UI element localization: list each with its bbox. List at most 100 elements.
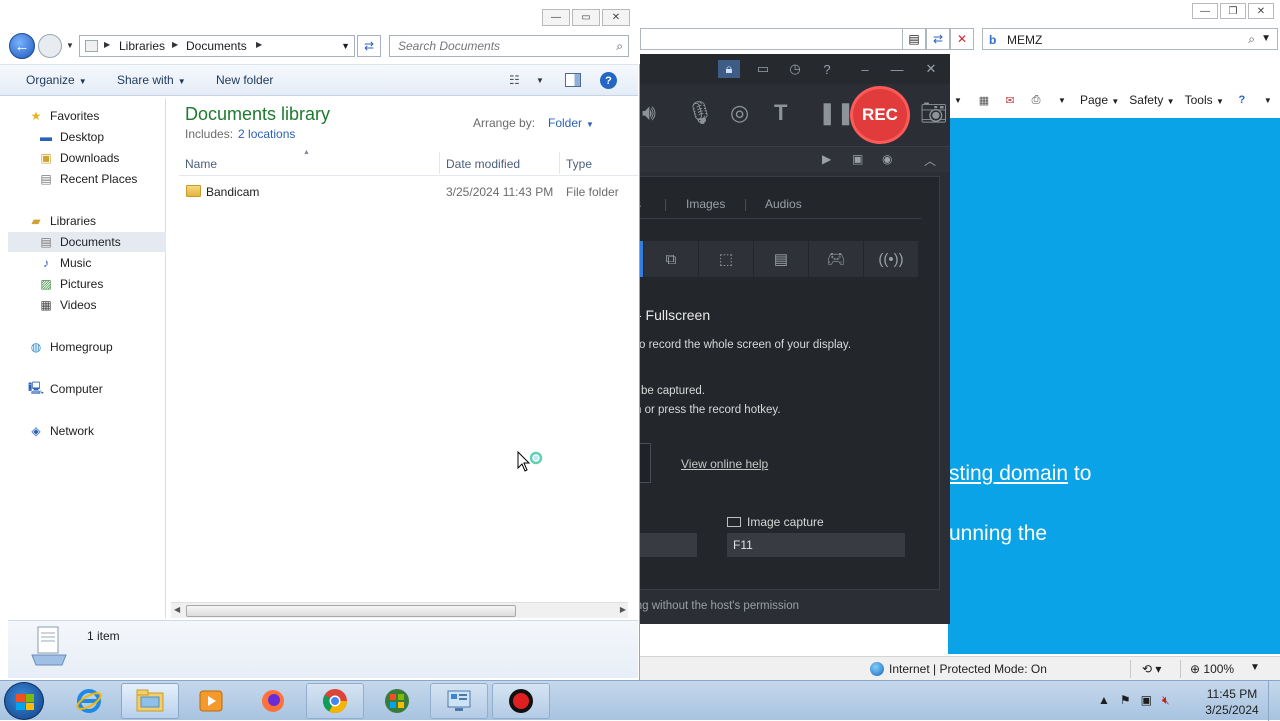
- includes-locations-link[interactable]: 2 locations: [238, 127, 295, 141]
- refresh-button[interactable]: ⇄: [357, 35, 381, 57]
- chevron-right-icon[interactable]: ▶: [104, 40, 110, 49]
- microphone-off-icon[interactable]: 🎙︎: [686, 100, 714, 126]
- ie-minimize-button[interactable]: —: [1192, 3, 1218, 19]
- tab-images[interactable]: Images: [686, 197, 725, 211]
- compatibility-view-icon[interactable]: ▤: [902, 28, 926, 50]
- taskbar-internet-explorer[interactable]: [60, 683, 118, 719]
- chevron-down-icon[interactable]: ▼: [950, 93, 966, 107]
- close-button[interactable]: ✕: [602, 9, 630, 26]
- print-icon[interactable]: ⎙: [1028, 93, 1044, 107]
- search-box[interactable]: ⌕: [389, 35, 629, 57]
- system-clock[interactable]: 11:45 PM 3/25/2024: [1196, 686, 1268, 718]
- nav-item-libraries[interactable]: ▰ Libraries: [8, 211, 166, 231]
- audio-wave-icon[interactable]: ◉: [882, 152, 892, 166]
- chevron-down-icon[interactable]: ▼: [536, 76, 544, 85]
- view-online-help-link[interactable]: View online help: [681, 457, 768, 471]
- show-desktop-button[interactable]: [1268, 681, 1280, 721]
- nav-item-recent-places[interactable]: ▤ Recent Places: [8, 169, 166, 189]
- ie-close-button[interactable]: ✕: [1248, 3, 1274, 19]
- new-folder-button[interactable]: New folder: [216, 73, 273, 87]
- help-icon[interactable]: ?: [816, 60, 838, 78]
- ie-content-link[interactable]: sting domain: [949, 462, 1068, 485]
- taskbar-bandicam[interactable]: [492, 683, 550, 719]
- taskbar-windows-logo-app[interactable]: [368, 683, 426, 719]
- preview-pane-icon[interactable]: [565, 73, 581, 87]
- search-icon[interactable]: ⌕: [616, 39, 623, 54]
- scrollbar-thumb[interactable]: [186, 605, 516, 617]
- ie-zoom-level[interactable]: ⊕ 100%: [1190, 662, 1234, 676]
- text-icon[interactable]: T: [774, 100, 787, 126]
- scroll-left-icon[interactable]: ◀: [174, 605, 180, 614]
- nav-item-documents[interactable]: ▤ Documents: [8, 232, 166, 252]
- speaker-icon[interactable]: 🔊︎: [642, 100, 656, 126]
- help-icon[interactable]: ?: [1234, 93, 1250, 107]
- nav-item-network[interactable]: ◈ Network: [8, 421, 166, 441]
- start-button[interactable]: [4, 682, 44, 720]
- network-tray-icon[interactable]: ▣: [1141, 693, 1152, 708]
- column-type[interactable]: Type: [566, 157, 592, 171]
- refresh-icon[interactable]: ⇄: [926, 28, 950, 50]
- record-hotkey-field[interactable]: [631, 533, 697, 557]
- table-row[interactable]: Bandicam 3/25/2024 11:43 PM File folder: [179, 182, 638, 202]
- clock-icon[interactable]: ◷: [784, 60, 806, 78]
- nav-item-desktop[interactable]: ▬ Desktop: [8, 127, 166, 147]
- chevron-up-icon[interactable]: ︿: [924, 152, 936, 169]
- collapse-icon[interactable]: ‒: [854, 60, 876, 78]
- breadcrumb-libraries[interactable]: Libraries: [119, 39, 165, 53]
- recent-pages-dropdown[interactable]: ▼: [66, 41, 74, 50]
- feeds-icon[interactable]: ▦: [976, 93, 992, 107]
- column-name[interactable]: Name: [185, 157, 217, 171]
- nav-item-videos[interactable]: ▦ Videos: [8, 295, 166, 315]
- taskbar-firefox[interactable]: [244, 683, 302, 719]
- protected-mode-icon[interactable]: ⟲ ▾: [1142, 662, 1161, 676]
- back-button[interactable]: ←: [9, 33, 35, 59]
- breadcrumb-documents[interactable]: Documents: [186, 39, 247, 53]
- ie-tools-menu[interactable]: Tools ▼: [1185, 93, 1224, 107]
- chevron-down-icon[interactable]: ▼: [1261, 33, 1271, 44]
- taskbar-media-player[interactable]: [182, 683, 240, 719]
- taskbar-windows-explorer[interactable]: [121, 683, 179, 719]
- tab-audios[interactable]: Audios: [765, 197, 802, 211]
- nav-item-homegroup[interactable]: ◍ Homegroup: [8, 337, 166, 357]
- ie-security-zone[interactable]: Internet | Protected Mode: On: [870, 662, 1047, 676]
- nav-item-favorites[interactable]: ★ Favorites: [8, 106, 166, 126]
- volume-muted-icon[interactable]: 🔇︎: [1162, 693, 1170, 708]
- forward-button[interactable]: [38, 34, 62, 58]
- ie-search-box[interactable]: b MEMZ ⌕ ▼: [982, 28, 1278, 50]
- nav-item-pictures[interactable]: ▨ Pictures: [8, 274, 166, 294]
- camera-icon[interactable]: 📷︎: [920, 100, 948, 126]
- rec-button[interactable]: REC: [850, 86, 910, 144]
- mode-area-icon[interactable]: ⬚: [699, 241, 753, 277]
- search-icon[interactable]: ⌕: [1248, 32, 1255, 47]
- chevron-right-icon[interactable]: ▶: [172, 40, 178, 49]
- image-capture-hotkey-field[interactable]: F11: [727, 533, 905, 557]
- nav-item-computer[interactable]: 🖳︎ Computer: [8, 379, 166, 399]
- nav-item-music[interactable]: ♪ Music: [8, 253, 166, 273]
- arrange-by-dropdown[interactable]: Folder ▼: [548, 116, 594, 130]
- view-options-icon[interactable]: ☷: [509, 73, 525, 87]
- lock-icon[interactable]: 🔒︎: [718, 60, 740, 78]
- video-icon[interactable]: ▶: [822, 152, 831, 166]
- mode-hdmi-icon[interactable]: ▤: [754, 241, 808, 277]
- stop-icon[interactable]: ✕: [950, 28, 974, 50]
- horizontal-scrollbar[interactable]: ◀ ▶: [171, 602, 628, 618]
- column-date-modified[interactable]: Date modified: [446, 157, 520, 171]
- search-input[interactable]: [390, 36, 600, 56]
- close-icon[interactable]: ✕: [920, 60, 942, 78]
- folder-icon[interactable]: ▭: [752, 60, 774, 78]
- help-icon[interactable]: ?: [600, 72, 617, 89]
- minimize-icon[interactable]: —: [886, 60, 908, 78]
- audio-only-icon[interactable]: ((•)): [864, 241, 918, 277]
- maximize-button[interactable]: ▭: [572, 9, 600, 26]
- show-hidden-icons-icon[interactable]: ▲: [1098, 693, 1110, 708]
- chevron-down-icon[interactable]: ▼: [341, 41, 350, 51]
- ie-page-menu[interactable]: Page ▼: [1080, 93, 1119, 107]
- gamepad-icon[interactable]: 🎮︎: [809, 241, 863, 277]
- nav-item-downloads[interactable]: ▣ Downloads: [8, 148, 166, 168]
- share-with-button[interactable]: Share with ▼: [117, 73, 186, 87]
- cursor-effect-icon[interactable]: ◎: [730, 100, 749, 126]
- chevron-down-icon[interactable]: ▼: [1250, 662, 1260, 673]
- ie-restore-button[interactable]: ❐: [1220, 3, 1246, 19]
- address-bar[interactable]: ▶ Libraries ▶ Documents ▶ ▼: [79, 35, 355, 57]
- taskbar-control-panel[interactable]: [430, 683, 488, 719]
